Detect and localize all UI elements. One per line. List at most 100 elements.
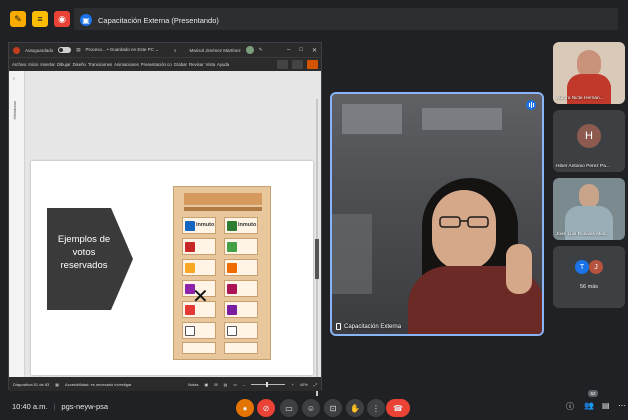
ballot-x-mark-icon: ✕ [192,286,209,308]
reading-view-icon[interactable]: ▤ [224,382,228,387]
main-tile-label: Capacitación Externa [336,323,401,330]
powerpoint-window[interactable]: Autoguardado ▤ Proceso... • Guardado en … [8,42,322,405]
camera-off-icon[interactable]: ⊘ [257,399,275,417]
share-button[interactable] [307,60,318,69]
zoom-level[interactable]: 40% [300,382,308,387]
vertical-scrollbar[interactable] [315,99,319,405]
record-app-icon[interactable]: ◉ [54,11,70,27]
hangup-icon[interactable]: ☎ [386,399,410,417]
more-options-icon[interactable]: ⋮ [367,399,385,417]
user-avatar[interactable] [245,46,254,54]
thumbnail-rail[interactable]: › Miniaturas [9,71,25,377]
activities-icon[interactable]: ⋯ [618,401,626,410]
ribbon-tab[interactable]: Grabar [174,62,187,67]
ballot-cell: inmuto [224,217,258,234]
present-now-icon[interactable]: ⊡ [324,399,342,417]
minimize-icon[interactable]: – [287,47,290,54]
notes-app-icon[interactable]: ≡ [32,11,48,27]
participant-tile-hiber[interactable]: H Hiber Antonio Pérez Pa... [553,110,625,172]
save-icon[interactable]: ▤ [76,47,80,53]
party-logo [227,242,237,252]
slide-canvas[interactable]: Ejemplos de votos reservados inmuto inmu… [31,161,313,375]
ribbon-tab[interactable]: Animaciones [114,62,139,67]
meet-window: ✎ ≡ ◉ ▣ Capacitación Externa (Presentand… [0,0,628,420]
autosave-toggle[interactable] [58,47,72,53]
slide-text-line: reservados [60,260,108,271]
accessibility-icon[interactable]: ▦ [55,382,59,387]
emoji-icon[interactable]: ☺ [302,399,320,417]
ballot-cell [182,259,216,276]
pin-app-icon[interactable]: ✎ [10,11,26,27]
slide-arrow-text[interactable]: Ejemplos de votos reservados [49,233,119,272]
speaker-hand [506,244,532,294]
ballot-cell [224,322,258,339]
participant-name: Hiber Antonio Pérez Pa... [556,164,610,169]
close-icon[interactable]: ✕ [312,47,317,54]
party-logo [227,305,237,315]
ribbon-tab[interactable]: Inicio [28,62,38,67]
search-icon[interactable]: ⌕ [174,48,177,53]
ballot-cell [224,280,258,297]
party-logo [185,326,195,336]
ribbon-tab[interactable]: Revisar [189,62,204,67]
ballot-cell [224,342,258,354]
zoom-in-icon[interactable]: + [291,382,293,387]
ribbon-tab[interactable]: Ayuda [217,62,229,67]
zoom-out-icon[interactable]: – [243,382,245,387]
ballot-image[interactable]: inmuto inmuto ✕ [173,186,271,360]
slide-text-line: votos [72,247,96,258]
ribbon-tab[interactable]: Archivo [12,62,26,67]
speaker-icon[interactable]: ● [236,399,254,417]
presenting-title: ▣ Capacitación Externa (Presentando) [80,10,219,30]
sorter-view-icon[interactable]: ⊞ [214,382,217,387]
ballot-cell [224,238,258,255]
user-name: Marisol Jiménez Martínez [189,47,241,53]
slideshow-view-icon[interactable]: ▭ [233,382,237,387]
avatar: J [589,260,603,274]
main-participant-tile[interactable]: Capacitación Externa [330,92,544,336]
ppt-editor-area: › Miniaturas Ejemplos de votos reservado… [9,71,321,405]
present-button[interactable] [292,60,303,69]
ribbon-menu: Archivo Inicio Insertar Dibujar Diseño Transi… [9,57,321,71]
captions-icon[interactable]: ▭ [280,399,298,417]
maximize-icon[interactable]: □ [299,47,303,54]
accessibility-status[interactable]: Accesibilidad: es necesario investigar [65,382,131,387]
ballot-cell [182,342,216,354]
party-logo [227,263,237,273]
avatar: H [577,124,601,148]
ribbon-tab[interactable]: Diseño [73,62,86,67]
avatar-initial: J [594,263,598,271]
ribbon-tab[interactable]: Vista [206,62,215,67]
raise-hand-icon[interactable]: ✋ [346,399,364,417]
zoom-slider[interactable] [251,381,286,387]
avatar-initial: T [579,263,585,271]
participant-tile-aurora[interactable]: Aurora Nicte Hernán... [553,42,625,104]
ribbon-tab[interactable]: Insertar [40,62,55,67]
notes-button[interactable]: Notas [188,382,198,387]
ribbon-tab[interactable]: Presentación co [141,62,172,67]
pen-icon[interactable]: ✎ [259,47,263,53]
ppt-status-bar: Diapositiva 51 de 83 ▦ Accesibilidad: es… [9,377,321,391]
glasses-icon [439,216,489,228]
participant-name: José Luis Rosales Med... [556,232,610,237]
more-participants-tile[interactable]: T J 56 más [553,246,625,308]
presentation-title-text: Capacitación Externa (Presentando) [98,15,219,25]
fit-slide-icon[interactable]: ⤢ [314,382,317,387]
ribbon-tab[interactable]: Transiciones [88,62,112,67]
expand-thumbnails-icon[interactable]: › [13,76,15,82]
chat-icon[interactable]: ▤ [602,401,610,410]
avatar-initial: H [585,130,593,142]
mouse-cursor-icon: ➤ [298,338,305,347]
normal-view-icon[interactable]: ▣ [205,382,209,387]
avatar: T [575,260,589,274]
file-name-label[interactable]: Proceso... • Guardado en Este PC ⌄ [86,47,159,53]
people-icon[interactable]: 👥 [584,401,594,410]
comments-button[interactable] [277,60,288,69]
more-participants-count: 56 más [579,284,599,290]
ribbon-tab[interactable]: Dibujar [57,62,71,67]
pin-icon[interactable] [336,323,341,330]
info-icon[interactable]: ⓘ [566,401,574,412]
thumbnails-label: Miniaturas [12,101,17,120]
party-logo [227,284,237,294]
participant-tile-jose[interactable]: José Luis Rosales Med... [553,178,625,240]
